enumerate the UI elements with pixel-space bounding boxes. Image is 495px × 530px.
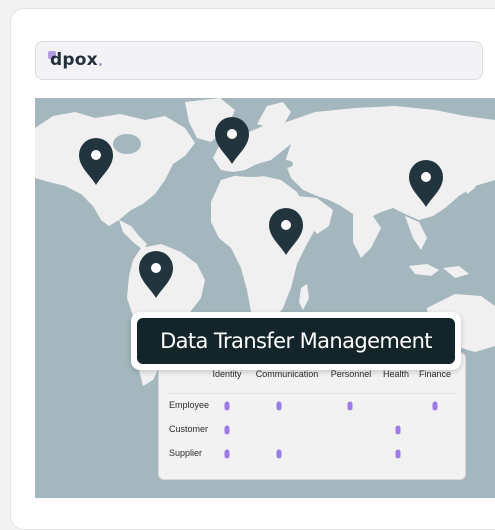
brand-bar: dpox <box>35 41 483 80</box>
matrix-dot-customer-identity <box>224 425 230 435</box>
logo[interactable]: dpox <box>48 50 102 70</box>
matrix-dot-employee-finance <box>432 401 438 411</box>
column-header-communication: Communication <box>255 369 319 379</box>
title-banner: Data Transfer Management <box>131 312 461 370</box>
header-divider <box>167 393 457 394</box>
hudson-bay <box>113 134 141 154</box>
black-sea <box>277 160 293 168</box>
logo-text: dpox <box>50 50 98 70</box>
row-label-customer: Customer <box>169 424 209 434</box>
row-label-supplier: Supplier <box>169 448 203 458</box>
matrix-dot-supplier-communication <box>276 449 282 459</box>
matrix-dot-supplier-health <box>395 449 401 459</box>
data-category-matrix: Identity Communication Personnel Health … <box>158 352 466 480</box>
row-label-employee: Employee <box>169 400 210 410</box>
matrix-dot-customer-health <box>395 425 401 435</box>
matrix-dot-supplier-identity <box>224 449 230 459</box>
column-header-identity: Identity <box>212 369 242 379</box>
title-banner-inner: Data Transfer Management <box>137 318 455 364</box>
column-header-personnel: Personnel <box>330 369 372 379</box>
matrix-dot-employee-communication <box>276 401 282 411</box>
mediterranean-sea <box>233 171 269 177</box>
banner-title: Data Transfer Management <box>160 329 432 353</box>
column-header-finance: Finance <box>418 369 452 379</box>
matrix-dot-employee-identity <box>224 401 230 411</box>
logo-dot-icon <box>98 63 102 66</box>
column-header-health: Health <box>382 369 410 379</box>
matrix-dot-employee-personnel <box>347 401 353 411</box>
